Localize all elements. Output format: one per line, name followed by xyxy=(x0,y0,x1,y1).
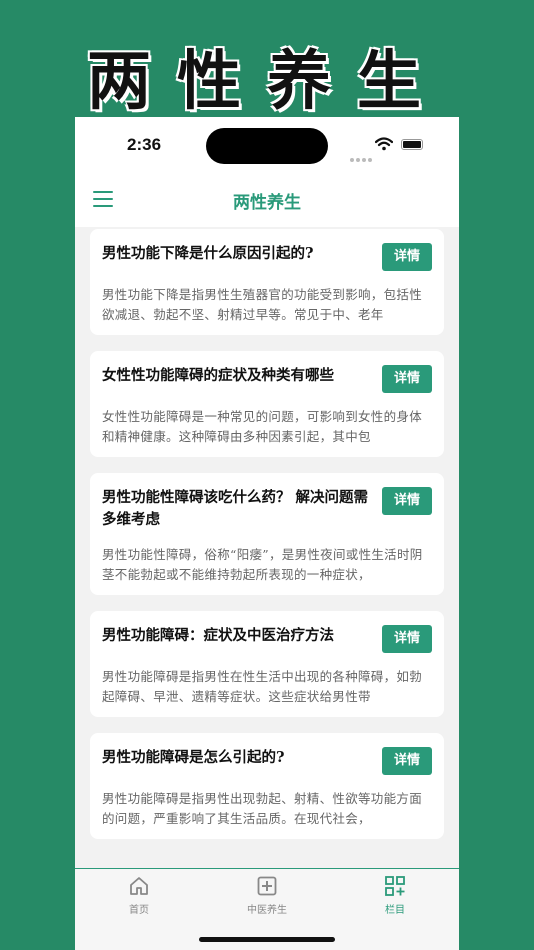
article-title: 男性功能障碍是怎么引起的? xyxy=(102,749,285,766)
tab-tcm-health-label: 中医养生 xyxy=(247,905,287,916)
home-icon xyxy=(130,877,148,895)
article-summary: 女性性功能障碍是一种常见的问题，可影响到女性的身体和精神健康。这种障碍由多种因素… xyxy=(102,409,423,444)
article-summary: 男性功能性障碍，俗称“阳痿”，是男性夜间或性生活时阴茎不能勃起或不能维持勃起所表… xyxy=(102,547,423,582)
tab-columns[interactable]: 栏目 xyxy=(331,875,459,916)
tab-home[interactable]: 首页 xyxy=(75,875,203,916)
article-card[interactable]: 女性性功能障碍的症状及种类有哪些 详情 女性性功能障碍是一种常见的问题，可影响到… xyxy=(90,351,444,457)
detail-button[interactable]: 详情 xyxy=(382,625,432,653)
tab-tcm-health[interactable]: 中医养生 xyxy=(203,875,331,916)
status-bar: 2:36 xyxy=(75,117,459,173)
detail-button[interactable]: 详情 xyxy=(382,487,432,515)
article-title: 男性功能性障碍该吃什么药？ 解决问题需多维考虑 xyxy=(102,489,369,528)
nav-bar: 两性养生 xyxy=(75,173,459,227)
cellular-signal-icon xyxy=(350,147,374,166)
article-card[interactable]: 男性功能性障碍该吃什么药？ 解决问题需多维考虑 详情 男性功能性障碍，俗称“阳痿… xyxy=(90,473,444,595)
detail-button[interactable]: 详情 xyxy=(382,365,432,393)
medical-plus-icon xyxy=(257,876,277,896)
wifi-icon xyxy=(375,137,393,151)
article-card[interactable]: 男性功能障碍：症状及中医治疗方法 详情 男性功能障碍是指男性在性生活中出现的各种… xyxy=(90,611,444,717)
detail-button[interactable]: 详情 xyxy=(382,243,432,271)
battery-icon xyxy=(401,139,423,150)
banner-title: 两性养生 xyxy=(87,44,447,119)
article-title: 女性性功能障碍的症状及种类有哪些 xyxy=(102,367,334,384)
article-card[interactable]: 男性功能障碍是怎么引起的? 详情 男性功能障碍是指男性出现勃起、射精、性欲等功能… xyxy=(90,733,444,839)
article-list: 男性功能下降是什么原因引起的? 详情 男性功能下降是指男性生殖器官的功能受到影响… xyxy=(90,229,444,855)
tab-columns-label: 栏目 xyxy=(385,905,405,916)
article-summary: 男性功能下降是指男性生殖器官的功能受到影响，包括性欲减退、勃起不坚、射精过早等。… xyxy=(102,287,423,322)
grid-plus-icon xyxy=(385,876,405,896)
article-summary: 男性功能障碍是指男性出现勃起、射精、性欲等功能方面的问题，严重影响了其生活品质。… xyxy=(102,791,423,826)
dynamic-island xyxy=(206,128,328,164)
detail-button[interactable]: 详情 xyxy=(382,747,432,775)
status-time: 2:36 xyxy=(127,135,162,154)
page-title: 两性养生 xyxy=(233,193,301,213)
article-summary: 男性功能障碍是指男性在性生活中出现的各种障碍，如勃起障碍、早泄、遗精等症状。这些… xyxy=(102,669,423,704)
phone-screen: 2:36 两性养生 男性功能下降是什么原因引起的? 详情 男性功能下降是指男性生… xyxy=(75,117,459,950)
article-title: 男性功能障碍：症状及中医治疗方法 xyxy=(102,627,334,644)
home-indicator xyxy=(199,937,335,942)
article-card[interactable]: 男性功能下降是什么原因引起的? 详情 男性功能下降是指男性生殖器官的功能受到影响… xyxy=(90,229,444,335)
tab-home-label: 首页 xyxy=(129,905,149,916)
article-title: 男性功能下降是什么原因引起的? xyxy=(102,245,314,262)
